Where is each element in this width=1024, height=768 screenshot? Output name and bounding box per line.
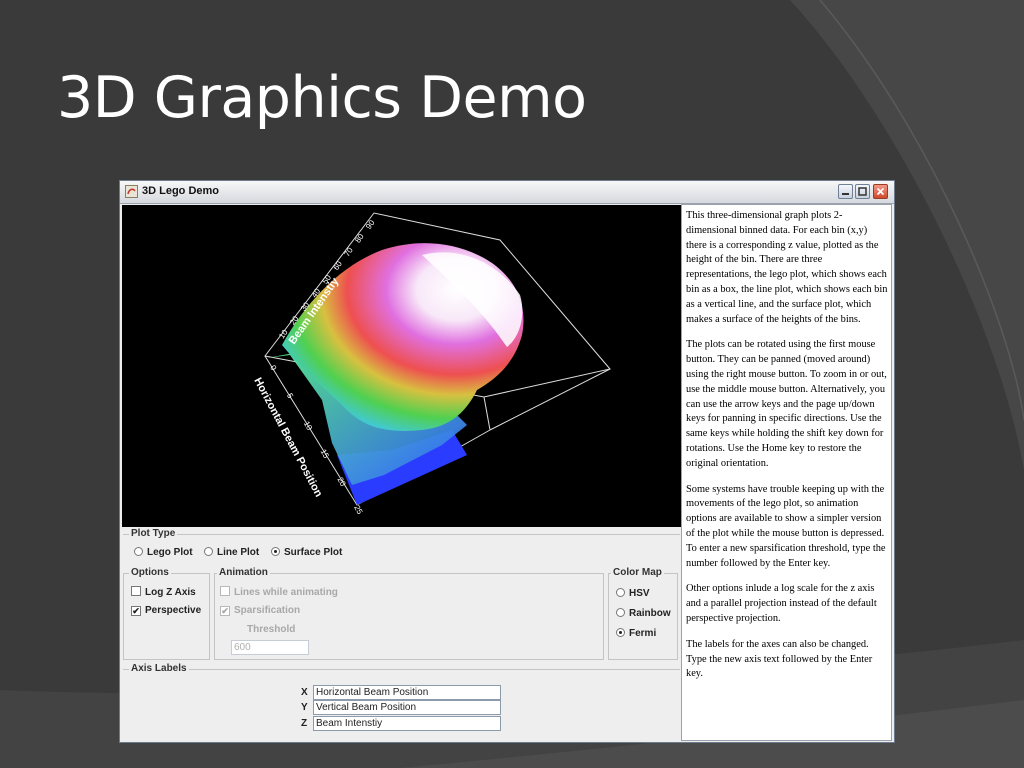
maximize-button[interactable] xyxy=(855,184,870,199)
color-map-label: Color Map xyxy=(611,567,664,578)
x-tick-label: 15 xyxy=(319,448,331,461)
help-paragraph: The plots can be rotated using the first… xyxy=(686,339,887,469)
radio-indicator[interactable] xyxy=(134,547,143,556)
perspective-label: Perspective xyxy=(145,605,202,616)
plot-type-label: Plot Type xyxy=(129,528,178,539)
x-tick-label: 10 xyxy=(302,420,314,433)
radio-fermi[interactable]: Fermi xyxy=(616,628,656,639)
z-axis-letter: Z xyxy=(301,718,308,729)
x-tick-label: 25 xyxy=(352,504,364,517)
radio-indicator[interactable] xyxy=(616,608,625,617)
radio-rainbow[interactable]: Rainbow xyxy=(616,608,671,619)
radio-rainbow-label: Rainbow xyxy=(629,608,671,619)
y-tick-label: 90 xyxy=(364,218,377,231)
radio-fermi-label: Fermi xyxy=(629,628,657,639)
y-tick-label: 80 xyxy=(353,232,366,245)
slide-title: 3D Graphics Demo xyxy=(57,65,587,131)
help-paragraph: Some systems have trouble keeping up wit… xyxy=(686,483,886,569)
java-app-icon xyxy=(125,185,138,198)
log-z-axis-checkbox[interactable]: Log Z Axis xyxy=(131,586,196,598)
help-paragraph: The labels for the axes can also be chan… xyxy=(686,638,873,680)
sparsification-label: Sparsification xyxy=(234,605,301,616)
y-axis-letter: Y xyxy=(301,702,308,713)
checkbox-checked[interactable]: ✔ xyxy=(131,606,141,616)
y-axis-label-input[interactable]: Vertical Beam Position xyxy=(313,700,501,715)
close-icon xyxy=(876,187,885,196)
window-title: 3D Lego Demo xyxy=(142,185,220,197)
radio-lego-plot-label: Lego Plot xyxy=(147,547,193,558)
x-tick-label: 0 xyxy=(268,364,278,373)
radio-line-plot-label: Line Plot xyxy=(217,547,260,558)
app-window: 3D Lego Demo Beam Intenstiy Horizontal B… xyxy=(119,180,895,743)
surface-plot: Beam Intenstiy Horizontal Beam Position … xyxy=(251,212,611,517)
radio-hsv-label: HSV xyxy=(629,588,650,599)
checkbox-box[interactable] xyxy=(131,586,141,596)
x-axis-label-input[interactable]: Horizontal Beam Position xyxy=(313,685,501,700)
animation-label: Animation xyxy=(217,567,270,578)
radio-surface-plot-label: Surface Plot xyxy=(284,547,343,558)
y-tick-label: 60 xyxy=(331,259,344,272)
radio-line-plot[interactable]: Line Plot xyxy=(204,547,259,558)
radio-indicator-selected[interactable] xyxy=(271,547,280,556)
radio-indicator-selected[interactable] xyxy=(616,628,625,637)
radio-lego-plot[interactable]: Lego Plot xyxy=(134,547,193,558)
radio-surface-plot[interactable]: Surface Plot xyxy=(271,547,342,558)
checkbox-box[interactable] xyxy=(220,586,230,596)
window-titlebar[interactable]: 3D Lego Demo xyxy=(120,181,894,204)
minimize-button[interactable] xyxy=(838,184,853,199)
maximize-icon xyxy=(858,187,867,196)
y-tick-label: 70 xyxy=(342,245,355,258)
radio-indicator[interactable] xyxy=(204,547,213,556)
help-paragraph: This three-dimensional graph plots 2-dim… xyxy=(686,210,888,325)
log-z-axis-label: Log Z Axis xyxy=(145,587,196,598)
x-axis-letter: X xyxy=(301,687,308,698)
lines-while-animating-label: Lines while animating xyxy=(234,587,338,598)
z-axis-label-input[interactable]: Beam Intenstiy xyxy=(313,716,501,731)
lines-while-animating-checkbox[interactable]: Lines while animating xyxy=(220,586,338,598)
close-button[interactable] xyxy=(873,184,888,199)
radio-hsv[interactable]: HSV xyxy=(616,588,650,599)
axis-labels-label: Axis Labels xyxy=(129,663,189,674)
threshold-label: Threshold xyxy=(247,624,296,635)
3d-plot-canvas[interactable]: Beam Intenstiy Horizontal Beam Position … xyxy=(122,205,681,527)
x-tick-label: 5 xyxy=(285,392,295,401)
sparsification-checkbox[interactable]: ✔ Sparsification xyxy=(220,605,300,616)
help-paragraph: Other options inlude a log scale for the… xyxy=(686,583,877,624)
checkbox-checked[interactable]: ✔ xyxy=(220,606,230,616)
minimize-icon xyxy=(842,193,849,195)
threshold-input[interactable]: 600 xyxy=(231,640,309,655)
options-label: Options xyxy=(129,567,171,578)
help-text-panel: This three-dimensional graph plots 2-dim… xyxy=(681,204,892,741)
radio-indicator[interactable] xyxy=(616,588,625,597)
perspective-checkbox[interactable]: ✔ Perspective xyxy=(131,605,201,616)
